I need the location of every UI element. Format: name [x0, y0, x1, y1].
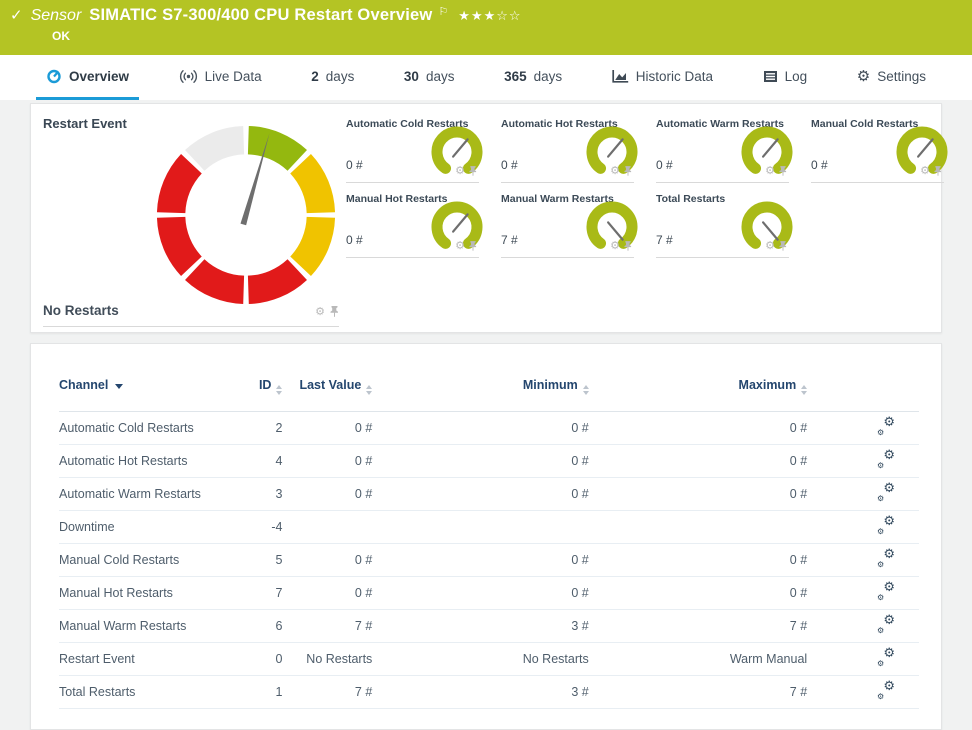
sort-icon	[276, 385, 282, 395]
flag-icon: ⚐	[438, 5, 448, 18]
area-chart-icon	[612, 69, 629, 83]
column-header-last-value[interactable]: Last Value	[282, 374, 372, 412]
pin-icon[interactable]	[624, 241, 632, 251]
mini-gauge-total-restarts: Total Restarts 7 # ⚙	[656, 187, 789, 260]
sensor-status-banner: ✓ Sensor SIMATIC S7-300/400 CPU Restart …	[0, 0, 972, 55]
priority-stars[interactable]: ★★★☆☆	[458, 9, 521, 24]
table-row[interactable]: Restart Event 0 No Restarts No Restarts …	[59, 643, 919, 676]
table-row[interactable]: Automatic Warm Restarts 3 0 # 0 # 0 # ⚙⚙	[59, 478, 919, 511]
tab-overview[interactable]: Overview	[36, 55, 139, 100]
divider	[656, 182, 789, 183]
divider	[43, 326, 339, 327]
gauge-settings-gear-icon[interactable]: ⚙	[455, 165, 465, 176]
pin-icon[interactable]	[469, 166, 477, 176]
tab-log[interactable]: Log	[753, 55, 818, 100]
pin-icon[interactable]	[934, 166, 942, 176]
gauge-icon	[46, 68, 62, 84]
channel-settings-icon[interactable]: ⚙⚙	[877, 583, 895, 601]
gauge-settings-gear-icon[interactable]: ⚙	[920, 165, 930, 176]
divider	[501, 257, 634, 258]
gauge-settings-gear-icon[interactable]: ⚙	[315, 306, 325, 317]
object-kind-label: Sensor	[31, 7, 82, 25]
divider	[346, 182, 479, 183]
mini-gauge-manual-cold-restarts: Manual Cold Restarts 0 # ⚙	[811, 112, 944, 185]
channel-settings-icon[interactable]: ⚙⚙	[877, 484, 895, 502]
channels-table-panel: Channel ID Last Value Minimum Maximum Au…	[30, 343, 942, 730]
channels-table: Channel ID Last Value Minimum Maximum Au…	[59, 374, 919, 709]
pin-icon[interactable]	[330, 306, 339, 317]
table-row[interactable]: Automatic Hot Restarts 4 0 # 0 # 0 # ⚙⚙	[59, 445, 919, 478]
page-title: SIMATIC S7-300/400 CPU Restart Overview	[89, 6, 432, 25]
channel-settings-icon[interactable]: ⚙⚙	[877, 517, 895, 535]
main-gauge-title: Restart Event	[43, 116, 127, 131]
broadcast-icon	[179, 69, 198, 84]
mini-gauge-manual-hot-restarts: Manual Hot Restarts 0 # ⚙	[346, 187, 479, 260]
table-row[interactable]: Manual Warm Restarts 6 7 # 3 # 7 # ⚙⚙	[59, 610, 919, 643]
mini-gauge-automatic-warm-restarts: Automatic Warm Restarts 0 # ⚙	[656, 112, 789, 185]
gear-icon: ⚙	[857, 69, 870, 84]
gauge-settings-gear-icon[interactable]: ⚙	[610, 240, 620, 251]
gauge-settings-gear-icon[interactable]: ⚙	[610, 165, 620, 176]
sort-desc-icon	[115, 384, 123, 389]
channel-settings-icon[interactable]: ⚙⚙	[877, 550, 895, 568]
table-row[interactable]: Manual Cold Restarts 5 0 # 0 # 0 # ⚙⚙	[59, 544, 919, 577]
table-row[interactable]: Automatic Cold Restarts 2 0 # 0 # 0 # ⚙⚙	[59, 412, 919, 445]
table-header-row: Channel ID Last Value Minimum Maximum	[59, 374, 919, 412]
column-header-channel[interactable]: Channel	[59, 374, 222, 412]
tab-30-days[interactable]: 30 days	[394, 55, 465, 100]
divider	[811, 182, 944, 183]
channel-settings-icon[interactable]: ⚙⚙	[877, 682, 895, 700]
tab-365-days[interactable]: 365 days	[494, 55, 572, 100]
sort-icon	[366, 385, 372, 395]
gauge-settings-gear-icon[interactable]: ⚙	[765, 240, 775, 251]
mini-gauge-grid: Automatic Cold Restarts 0 # ⚙ Automatic …	[346, 112, 944, 260]
column-header-edit	[807, 374, 919, 412]
pin-icon[interactable]	[779, 241, 787, 251]
pin-icon[interactable]	[779, 166, 787, 176]
column-header-maximum[interactable]: Maximum	[589, 374, 807, 412]
table-row[interactable]: Total Restarts 1 7 # 3 # 7 # ⚙⚙	[59, 676, 919, 709]
table-row[interactable]: Downtime -4 ⚙⚙	[59, 511, 919, 544]
channel-settings-icon[interactable]: ⚙⚙	[877, 451, 895, 469]
pin-icon[interactable]	[624, 166, 632, 176]
sort-icon	[583, 385, 589, 395]
channel-settings-icon[interactable]: ⚙⚙	[877, 649, 895, 667]
divider	[501, 182, 634, 183]
restart-event-gauge	[153, 122, 339, 308]
table-row[interactable]: Manual Hot Restarts 7 0 # 0 # 0 # ⚙⚙	[59, 577, 919, 610]
tab-live-data[interactable]: Live Data	[169, 55, 272, 100]
log-list-icon	[763, 70, 778, 83]
mini-gauge-automatic-hot-restarts: Automatic Hot Restarts 0 # ⚙	[501, 112, 634, 185]
pin-icon[interactable]	[469, 241, 477, 251]
main-gauge-status-label: No Restarts	[43, 303, 119, 318]
ok-check-icon: ✓	[10, 6, 23, 24]
channel-settings-icon[interactable]: ⚙⚙	[877, 616, 895, 634]
gauge-settings-gear-icon[interactable]: ⚙	[455, 240, 465, 251]
divider	[656, 257, 789, 258]
sensor-status-text: OK	[52, 29, 70, 43]
mini-gauge-manual-warm-restarts: Manual Warm Restarts 7 # ⚙	[501, 187, 634, 260]
tab-historic-data[interactable]: Historic Data	[602, 55, 723, 100]
mini-gauge-automatic-cold-restarts: Automatic Cold Restarts 0 # ⚙	[346, 112, 479, 185]
tab-settings[interactable]: ⚙ Settings	[847, 55, 936, 100]
column-header-minimum[interactable]: Minimum	[372, 374, 588, 412]
column-header-id[interactable]: ID	[222, 374, 283, 412]
channel-settings-icon[interactable]: ⚙⚙	[877, 418, 895, 436]
sort-icon	[801, 385, 807, 395]
gauge-settings-gear-icon[interactable]: ⚙	[765, 165, 775, 176]
divider	[346, 257, 479, 258]
gauges-panel: Restart Event No Restarts ⚙ Automatic Co…	[30, 103, 942, 333]
tab-2-days[interactable]: 2 days	[301, 55, 364, 100]
tab-bar: Overview Live Data 2 days 30 days 365 da…	[0, 55, 972, 100]
